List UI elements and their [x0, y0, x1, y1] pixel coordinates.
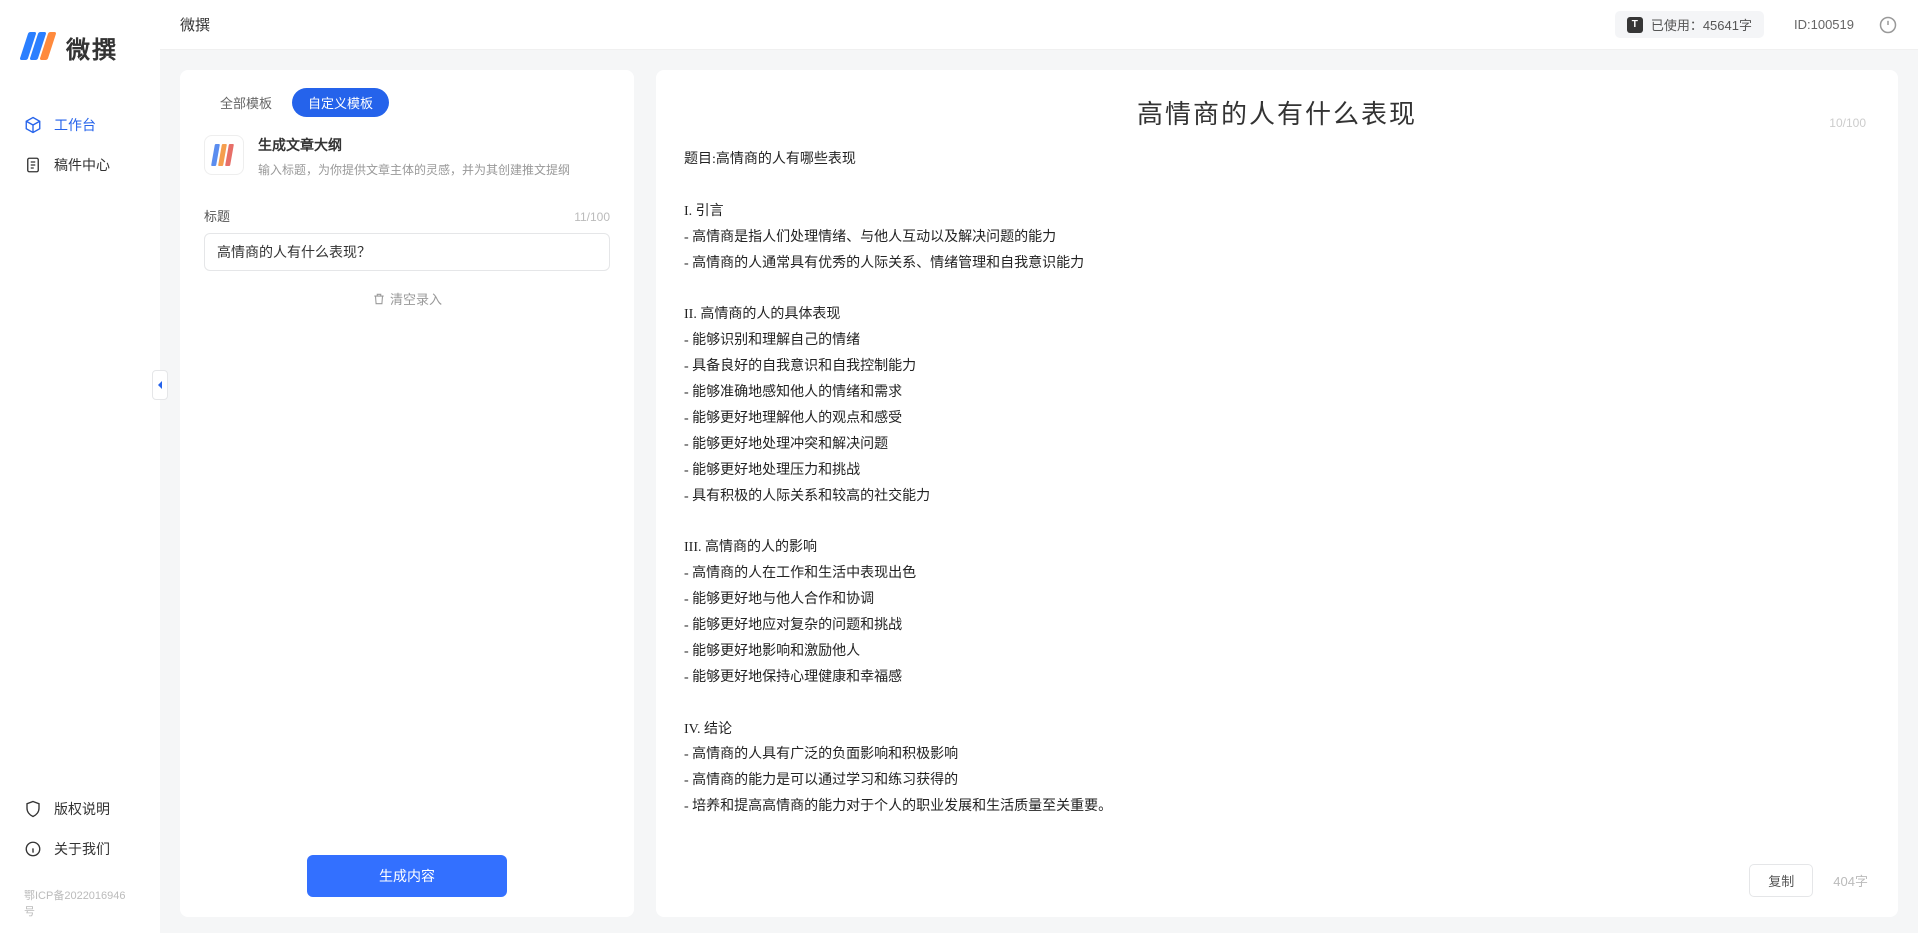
- usage-value: 45641字: [1703, 15, 1752, 34]
- power-button[interactable]: [1878, 15, 1898, 35]
- sidebar-collapse-button[interactable]: [152, 370, 168, 400]
- bottom-nav: 版权说明 关于我们: [0, 789, 160, 879]
- word-count: 404字: [1833, 871, 1868, 890]
- cube-icon: [24, 116, 42, 134]
- user-id: ID:100519: [1794, 17, 1854, 32]
- title-input[interactable]: [204, 233, 610, 271]
- shield-icon: [24, 800, 42, 818]
- power-icon: [1878, 15, 1898, 35]
- main-nav: 工作台 稿件中心: [0, 105, 160, 789]
- nav-label: 工作台: [54, 115, 96, 135]
- main-area: 微撰 T 已使用： 45641字 ID:100519 全部模板 自定义模板: [160, 0, 1918, 933]
- template-desc: 输入标题，为你提供文章主体的灵感，并为其创建推文提纲: [258, 161, 570, 178]
- tab-all-templates[interactable]: 全部模板: [204, 88, 288, 117]
- output-footer: 复制 404字: [1749, 864, 1868, 897]
- copy-button[interactable]: 复制: [1749, 864, 1813, 897]
- usage-label: 已使用：: [1651, 15, 1703, 34]
- page-title: 微撰: [180, 14, 210, 35]
- template-tabs: 全部模板 自定义模板: [204, 88, 610, 117]
- nav-about[interactable]: 关于我们: [0, 829, 160, 869]
- brand-logo: 微撰: [0, 30, 160, 105]
- nav-drafts[interactable]: 稿件中心: [0, 145, 160, 185]
- trash-icon: [372, 292, 386, 306]
- nav-label: 稿件中心: [54, 155, 110, 175]
- output-body[interactable]: 题目:高情商的人有哪些表现 I. 引言 - 高情商是指人们处理情绪、与他人互动以…: [684, 139, 1870, 820]
- icp-footer: 鄂ICP备2022016946号: [0, 879, 160, 933]
- clear-input-button[interactable]: 清空录入: [204, 289, 610, 308]
- sidebar: 微撰 工作台 稿件中心 版权说明: [0, 0, 160, 933]
- doc-icon: [24, 156, 42, 174]
- output-title[interactable]: 高情商的人有什么表现: [684, 94, 1870, 131]
- nav-workspace[interactable]: 工作台: [0, 105, 160, 145]
- text-icon: T: [1627, 17, 1643, 33]
- template-title: 生成文章大纲: [258, 135, 570, 155]
- brand-text: 微撰: [66, 30, 118, 65]
- topbar: 微撰 T 已使用： 45641字 ID:100519: [160, 0, 1918, 50]
- title-field-counter: 11/100: [574, 210, 610, 224]
- nav-copyright[interactable]: 版权说明: [0, 789, 160, 829]
- logo-icon: [24, 32, 56, 64]
- output-panel: 高情商的人有什么表现 10/100 题目:高情商的人有哪些表现 I. 引言 - …: [656, 70, 1898, 917]
- tab-custom-templates[interactable]: 自定义模板: [292, 88, 389, 117]
- nav-label: 关于我们: [54, 839, 110, 859]
- nav-label: 版权说明: [54, 799, 110, 819]
- generate-button[interactable]: 生成内容: [307, 855, 507, 897]
- output-title-counter: 10/100: [1829, 116, 1866, 130]
- books-icon: [204, 135, 244, 175]
- usage-badge[interactable]: T 已使用： 45641字: [1615, 11, 1764, 38]
- template-card: 生成文章大纲 输入标题，为你提供文章主体的灵感，并为其创建推文提纲: [204, 135, 610, 178]
- input-panel: 全部模板 自定义模板 生成文章大纲 输入标题，为你提供文章主体的灵感，并为其创建…: [180, 70, 634, 917]
- content: 全部模板 自定义模板 生成文章大纲 输入标题，为你提供文章主体的灵感，并为其创建…: [160, 50, 1918, 933]
- info-icon: [24, 840, 42, 858]
- title-field-label: 标题: [204, 206, 230, 225]
- chevron-left-icon: [155, 380, 165, 390]
